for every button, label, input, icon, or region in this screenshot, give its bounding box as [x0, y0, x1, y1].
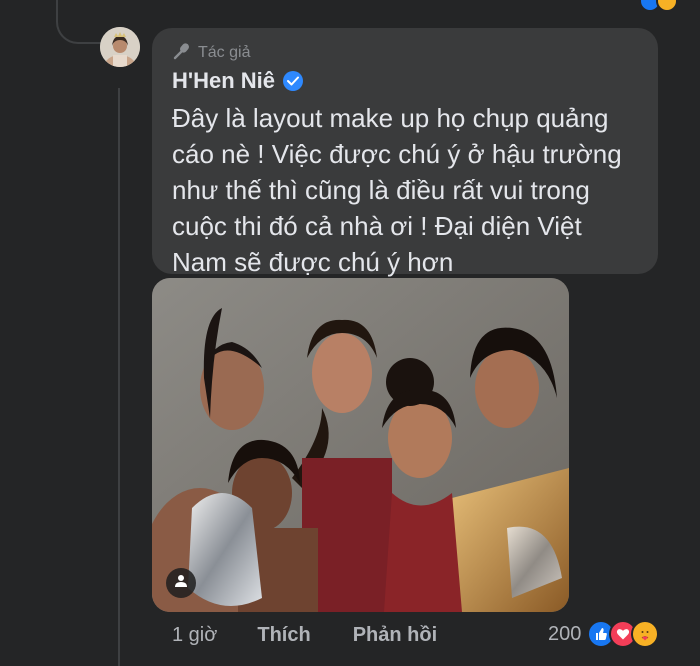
comment-bubble: Tác giả H'Hen Niê Đây là layout make up …: [152, 28, 658, 277]
author-name[interactable]: H'Hen Niê: [172, 68, 275, 94]
thread-connector-curve: [56, 0, 104, 44]
comment-text: Đây là layout make up họ chụp quảng cáo …: [172, 103, 622, 277]
comment-photo[interactable]: [152, 278, 569, 612]
reply-button[interactable]: Phản hồi: [353, 624, 437, 647]
reaction-count: 200: [548, 622, 582, 645]
person-icon: [174, 574, 188, 593]
tag-person-button[interactable]: [166, 568, 196, 598]
author-tag-label: Tác giả: [198, 44, 251, 61]
care-icon: [631, 620, 660, 648]
reaction-summary[interactable]: 200: [548, 620, 660, 648]
thread-connector-line: [118, 88, 120, 666]
microphone-icon: [172, 42, 192, 65]
comment-thread: Tác giả H'Hen Niê Đây là layout make up …: [0, 0, 700, 666]
author-tag: Tác giả: [172, 42, 642, 64]
comment-timestamp[interactable]: 1 giờ: [172, 624, 217, 647]
author-avatar[interactable]: [100, 27, 140, 67]
haha-icon: [656, 0, 678, 12]
comment-actions: 1 giờ Thích Phản hồi: [172, 624, 437, 647]
verified-badge-icon: [283, 71, 304, 91]
previous-comment-reactions: [639, 0, 678, 12]
like-button[interactable]: Thích: [257, 624, 310, 647]
